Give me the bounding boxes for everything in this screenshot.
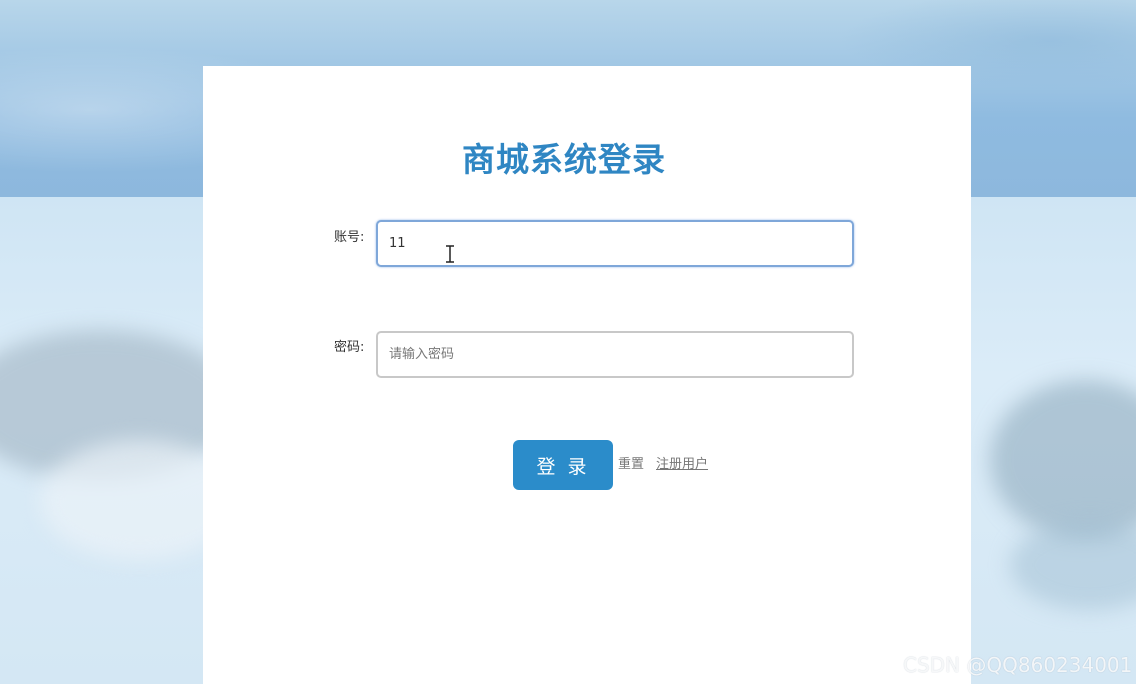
page-title: 商城系统登录 [462, 140, 666, 179]
reset-link[interactable]: 重置 [618, 456, 644, 474]
password-input[interactable] [376, 331, 854, 378]
register-link[interactable]: 注册用户 [656, 456, 708, 474]
background-cloud [1010, 520, 1136, 610]
watermark: CSDN @QQ860234001 [903, 653, 1133, 677]
password-label: 密码: [334, 340, 365, 355]
account-label: 账号: [334, 230, 365, 245]
background-cloud [990, 380, 1136, 540]
login-button[interactable]: 登 录 [513, 440, 613, 490]
text-cursor-icon [446, 245, 454, 263]
